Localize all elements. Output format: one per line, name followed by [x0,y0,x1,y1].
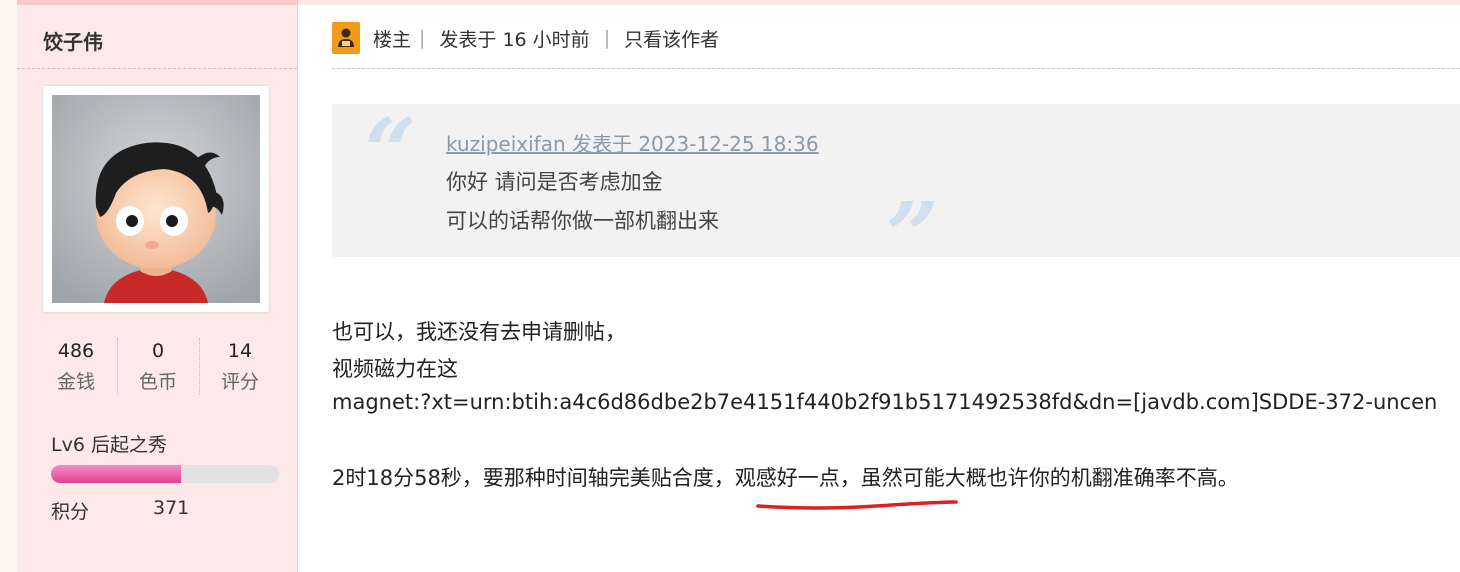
level-progress-bar [51,465,279,483]
user-stats: 486 金钱 0 色币 14 评分 [35,336,281,398]
magnet-link[interactable]: magnet:?xt=urn:btih:a4c6d86dbe2b7e4151f4… [332,390,1458,414]
quote-author-link[interactable]: kuzipeixifan 发表于 2023-12-25 18:36 [446,128,819,157]
stat-label: 色币 [138,371,177,393]
author-sidebar: 饺子伟 486 金钱 0 色币 14 评分 Lv6 后起之秀 积分 371 [17,0,298,572]
page-edge [0,0,17,572]
quote-open-icon: “ [364,98,417,206]
points-label: 积分 [51,501,90,523]
post-body-line: 2时18分58秒，要那种时间轴完美贴合度，观感好一点，虽然可能大概也许你的机翻准… [332,466,1239,490]
quote-text-line: 你好 请问是否考虑加金 [446,170,663,194]
quote-close-icon: ” [886,182,939,290]
quote-block: “ ” kuzipeixifan 发表于 2023-12-25 18:36 你好… [332,98,1460,290]
quote-text-line: 可以的话帮你做一部机翻出来 [446,209,719,233]
stat-value: 14 [227,340,253,362]
stat-label: 评分 [220,371,259,393]
header-separator: | [419,27,426,49]
level-progress-fill [51,465,181,483]
header-divider [332,68,1460,69]
owner-badge-icon [332,22,360,54]
stat-money[interactable]: 486 金钱 [35,336,117,398]
post-header: 楼主 | 发表于 16 小时前 | 只看该作者 [332,18,1460,58]
sidebar-divider [17,68,297,69]
view-author-only-link[interactable]: 只看该作者 [624,25,719,52]
post-body-line: 视频磁力在这 [332,357,458,381]
red-annotation-underline [756,500,958,510]
user-level[interactable]: Lv6 后起之秀 [51,430,167,457]
username-link[interactable]: 饺子伟 [43,26,103,55]
stat-coins[interactable]: 0 色币 [117,336,199,398]
stat-rating[interactable]: 14 评分 [199,336,281,398]
avatar[interactable] [43,86,269,312]
header-separator: | [603,27,611,49]
post-body-line: 也可以，我还没有去申请删帖， [332,320,626,344]
avatar-image [52,95,260,303]
points-value: 371 [153,497,190,519]
sidebar-top-bar [17,0,297,5]
stat-value: 0 [151,340,165,362]
post-time: 发表于 16 小时前 [439,28,590,51]
stat-label: 金钱 [56,371,95,393]
post-content: 楼主 | 发表于 16 小时前 | 只看该作者 “ ” kuzipeixifan… [298,0,1460,572]
owner-label: 楼主 [373,28,412,51]
stat-value: 486 [57,340,95,362]
